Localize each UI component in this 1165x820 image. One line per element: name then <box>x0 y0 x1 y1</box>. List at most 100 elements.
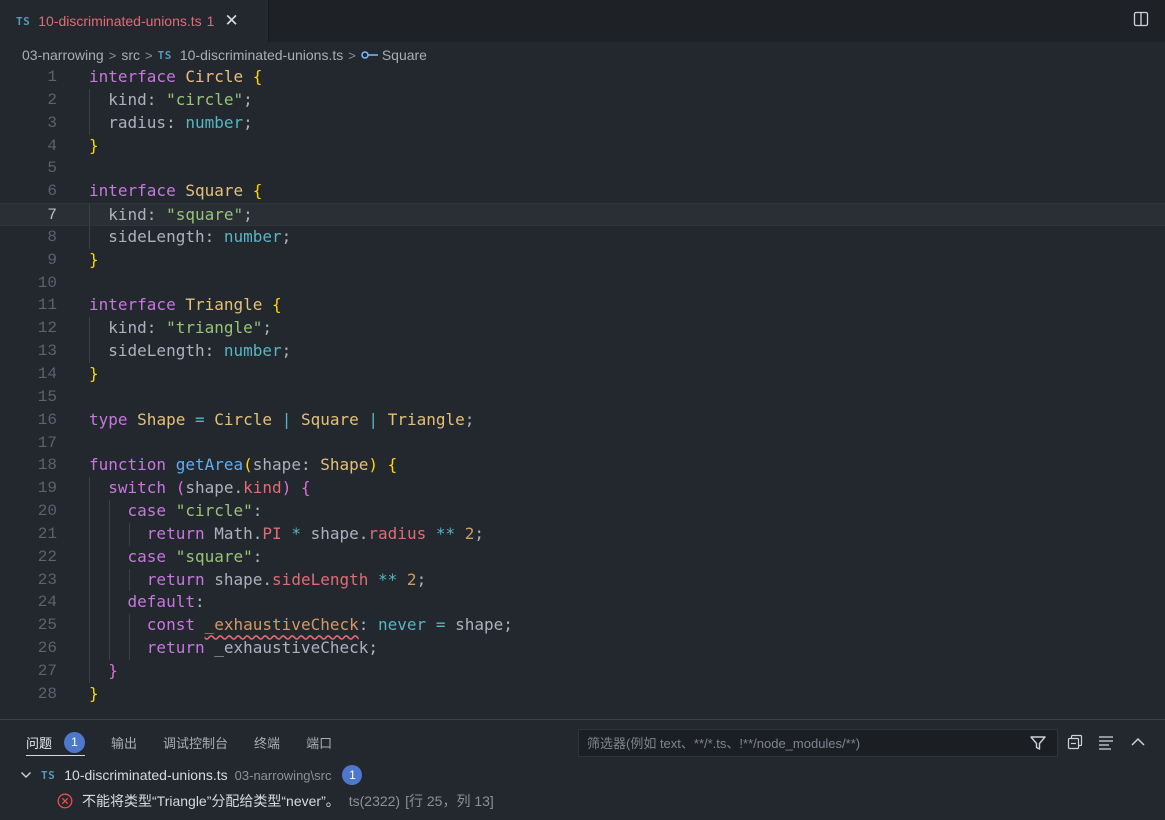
line-number: 19 <box>37 479 57 498</box>
line-number: 7 <box>47 206 57 225</box>
code-line[interactable]: const _exhaustiveCheck: never = shape; <box>89 614 513 637</box>
problem-message: 不能将类型“Triangle”分配给类型“never”。 <box>82 793 340 809</box>
breadcrumb-symbol[interactable]: Square <box>382 47 427 63</box>
line-number: 12 <box>37 319 57 338</box>
code-line[interactable]: } <box>89 135 99 158</box>
line-number: 3 <box>47 113 57 132</box>
problems-filter <box>578 729 1058 757</box>
line-number: 14 <box>37 364 57 383</box>
panel-tabs: 问题 1 输出 调试控制台 终端 端口 <box>0 720 560 764</box>
interface-symbol-icon <box>361 51 378 59</box>
code-line[interactable]: interface Square { <box>89 180 262 203</box>
error-icon <box>57 793 73 809</box>
tab-bar: TS 10-discriminated-unions.ts 1 ✕ <box>0 0 1165 42</box>
line-number: 16 <box>37 410 57 429</box>
collapse-all-icon[interactable] <box>1067 734 1083 750</box>
split-editor-icon[interactable] <box>1133 11 1149 27</box>
line-number: 15 <box>37 387 57 406</box>
line-number: 4 <box>47 136 57 155</box>
tab-label: 调试控制台 <box>163 735 229 751</box>
line-number: 1 <box>47 68 57 86</box>
code-line[interactable]: return shape.sideLength ** 2; <box>89 569 426 592</box>
code-line[interactable]: function getArea(shape: Shape) { <box>89 454 397 477</box>
code-line[interactable]: interface Circle { <box>89 66 262 89</box>
problems-panel: 问题 1 输出 调试控制台 终端 端口 TS 10-discriminated-… <box>0 719 1165 820</box>
code-line[interactable]: } <box>89 660 118 683</box>
chevron-right-icon: > <box>348 47 356 63</box>
code-line[interactable]: } <box>89 249 99 272</box>
code-line[interactable]: kind: "triangle"; <box>89 317 272 340</box>
problems-count-badge: 1 <box>64 731 86 753</box>
line-number: 9 <box>47 250 57 269</box>
breadcrumb: 03-narrowing > src > TS 10-discriminated… <box>0 42 1165 68</box>
code-editor[interactable]: 1 interface Circle { 2 kind: "circle"; 3 … <box>0 66 1165 716</box>
tab-label: 输出 <box>111 735 138 751</box>
problem-file-path: 03-narrowing\src <box>234 767 332 783</box>
line-number: 8 <box>47 227 57 246</box>
code-line[interactable]: return _exhaustiveCheck; <box>89 637 378 660</box>
problem-code: ts(2322) <box>348 793 401 809</box>
problem-file-name: 10-discriminated-unions.ts <box>64 767 228 783</box>
line-number: 10 <box>37 273 57 292</box>
chevron-right-icon: > <box>108 47 117 63</box>
problem-item[interactable]: 不能将类型“Triangle”分配给类型“never”。 ts(2322) [行… <box>0 789 494 813</box>
code-line[interactable]: switch (shape.kind) { <box>89 477 310 500</box>
filter-input[interactable] <box>579 734 1029 752</box>
tab-debug-console[interactable]: 调试控制台 <box>163 720 228 764</box>
tab-label: 问题 <box>26 735 53 751</box>
code-line[interactable]: radius: number; <box>89 112 253 135</box>
line-number: 6 <box>47 182 57 201</box>
line-number: 22 <box>37 547 57 566</box>
breadcrumb-folder[interactable]: 03-narrowing <box>22 47 104 63</box>
code-line[interactable]: case "circle": <box>89 500 263 523</box>
tab-problem-count: 1 <box>206 13 215 29</box>
line-number: 24 <box>37 593 57 612</box>
maximize-panel-icon[interactable] <box>1130 734 1146 750</box>
file-problem-count-badge: 1 <box>342 765 363 785</box>
code-line[interactable]: kind: "circle"; <box>89 89 253 112</box>
typescript-file-icon: TS <box>157 48 172 62</box>
line-number: 27 <box>37 661 57 680</box>
line-number: 23 <box>37 570 57 589</box>
code-line[interactable]: return Math.PI * shape.radius ** 2; <box>89 523 484 546</box>
tab-output[interactable]: 输出 <box>111 720 137 764</box>
typescript-file-icon: TS <box>16 14 31 28</box>
code-line[interactable]: default: <box>89 591 205 614</box>
tab-problems[interactable]: 问题 1 <box>26 720 86 764</box>
close-icon[interactable]: ✕ <box>224 11 238 31</box>
code-line[interactable]: sideLength: number; <box>89 226 291 249</box>
code-line[interactable]: case "square": <box>89 546 263 569</box>
code-line[interactable]: interface Triangle { <box>89 294 282 317</box>
line-number: 13 <box>37 342 57 361</box>
line-number: 20 <box>37 502 57 521</box>
line-number: 26 <box>37 639 57 658</box>
breadcrumb-file[interactable]: 10-discriminated-unions.ts <box>180 47 343 63</box>
view-as-list-icon[interactable] <box>1098 734 1114 750</box>
code-line[interactable]: } <box>89 363 99 386</box>
code-line[interactable]: } <box>89 683 99 706</box>
code-line[interactable]: kind: "square"; <box>89 204 253 227</box>
line-number: 18 <box>37 456 57 475</box>
tab-ports[interactable]: 端口 <box>306 720 332 764</box>
line-number: 25 <box>37 616 57 635</box>
tab-title: 10-discriminated-unions.ts <box>38 13 202 29</box>
breadcrumb-src[interactable]: src <box>121 47 140 63</box>
filter-icon[interactable] <box>1029 734 1047 752</box>
code-line[interactable]: sideLength: number; <box>89 340 291 363</box>
line-number: 17 <box>37 433 57 452</box>
editor-tab[interactable]: TS 10-discriminated-unions.ts 1 ✕ <box>0 0 269 42</box>
error-squiggle: _exhaustiveCheck <box>204 615 359 635</box>
problem-position: [行 25，列 13] <box>405 793 494 809</box>
typescript-file-icon: TS <box>41 768 56 782</box>
line-number: 11 <box>37 296 57 315</box>
line-number: 21 <box>37 524 57 543</box>
line-number: 2 <box>47 90 57 109</box>
chevron-down-icon[interactable] <box>20 769 32 781</box>
tab-label: 端口 <box>306 735 333 751</box>
code-line[interactable]: type Shape = Circle | Square | Triangle; <box>89 409 474 432</box>
chevron-right-icon: > <box>144 47 153 63</box>
tab-label: 终端 <box>254 735 281 751</box>
problem-file-group[interactable]: TS 10-discriminated-unions.ts 03-narrowi… <box>0 763 363 787</box>
line-number: 5 <box>47 159 57 178</box>
tab-terminal[interactable]: 终端 <box>254 720 280 764</box>
